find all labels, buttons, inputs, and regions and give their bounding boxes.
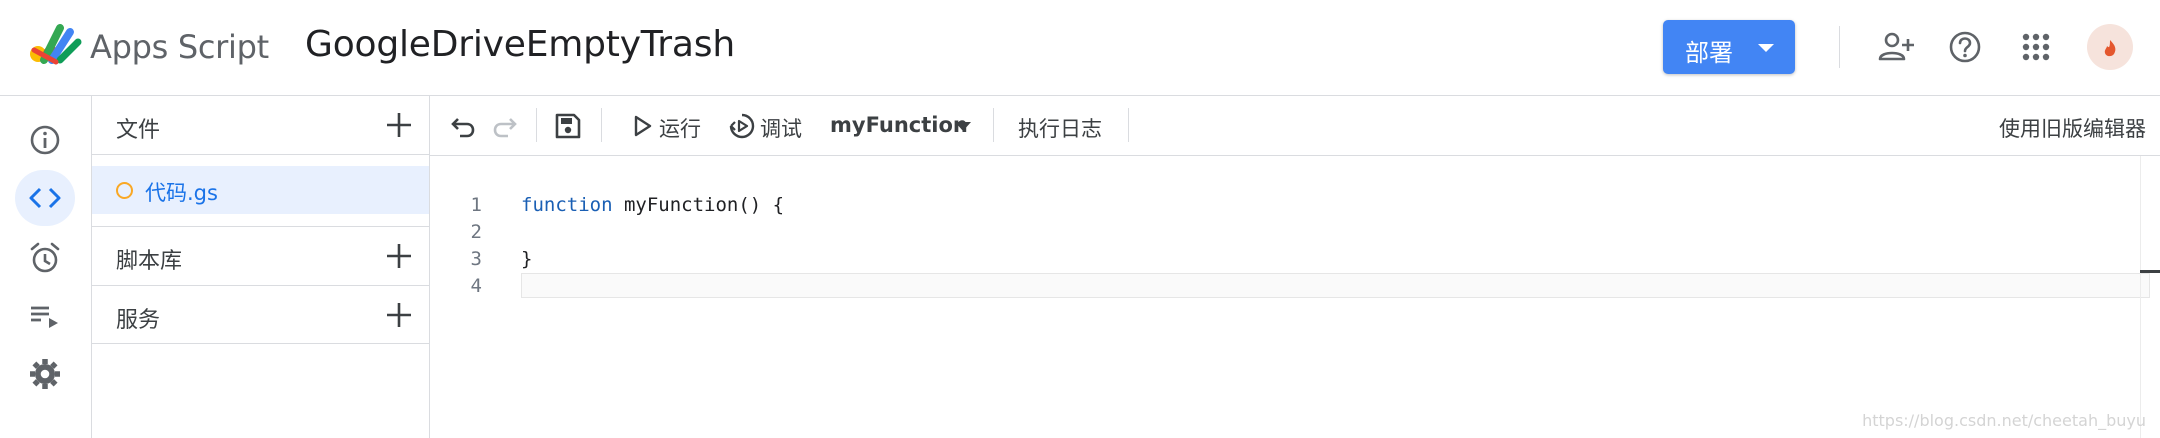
debug-button[interactable]: 调试 bbox=[760, 113, 802, 143]
file-status-icon bbox=[116, 182, 133, 199]
apps-grid-icon[interactable] bbox=[2016, 27, 2056, 67]
save-icon[interactable] bbox=[552, 110, 584, 142]
deploy-button-label: 部署 bbox=[1685, 39, 1733, 67]
libraries-section-header: 脚本库 bbox=[92, 227, 429, 285]
code-editor[interactable]: 1 2 3 4 function myFunction() { } https:… bbox=[430, 156, 2160, 438]
redo-icon[interactable] bbox=[488, 110, 520, 142]
navigation-rail bbox=[0, 96, 92, 438]
apps-script-logo[interactable] bbox=[30, 24, 82, 66]
divider bbox=[92, 154, 429, 155]
code-text: myFunction() { bbox=[612, 194, 785, 216]
rail-item-overview[interactable] bbox=[15, 112, 75, 168]
rail-item-executions[interactable] bbox=[15, 288, 75, 344]
current-line-highlight bbox=[521, 273, 2150, 298]
add-person-icon[interactable] bbox=[1876, 27, 1916, 67]
info-icon bbox=[30, 125, 60, 155]
chevron-down-icon bbox=[1758, 44, 1774, 52]
add-file-icon[interactable] bbox=[383, 109, 415, 141]
code-line-3[interactable]: } bbox=[521, 248, 532, 270]
line-number: 1 bbox=[470, 194, 482, 216]
file-item-code-gs[interactable]: 代码.gs bbox=[92, 166, 429, 214]
services-section-header: 服务 bbox=[92, 286, 429, 344]
debug-icon[interactable] bbox=[726, 110, 758, 142]
services-section-title: 服务 bbox=[116, 308, 161, 333]
gear-icon bbox=[30, 359, 60, 389]
run-button[interactable]: 运行 bbox=[659, 113, 701, 143]
scrollbar-cursor-marker bbox=[2140, 270, 2160, 273]
toolbar-divider bbox=[601, 108, 602, 142]
alarm-clock-icon bbox=[30, 242, 60, 273]
undo-icon[interactable] bbox=[448, 110, 480, 142]
avatar-flame-icon bbox=[2104, 40, 2116, 57]
toolbar-divider bbox=[536, 108, 537, 142]
code-keyword: function bbox=[521, 194, 613, 216]
run-icon[interactable] bbox=[626, 110, 658, 142]
rail-item-settings[interactable] bbox=[15, 346, 75, 402]
files-section-header: 文件 bbox=[92, 96, 429, 154]
header-divider bbox=[1839, 26, 1840, 68]
deploy-button[interactable]: 部署 bbox=[1663, 20, 1795, 74]
files-section-title: 文件 bbox=[116, 118, 161, 143]
libraries-section-title: 脚本库 bbox=[116, 249, 183, 274]
rail-item-editor[interactable] bbox=[15, 170, 75, 226]
execution-log-button[interactable]: 执行日志 bbox=[1018, 113, 1102, 143]
watermark-text: https://blog.csdn.net/cheetah_buyu bbox=[1862, 411, 2146, 430]
files-panel: 文件 代码.gs 脚本库 服务 bbox=[92, 96, 430, 438]
line-number: 3 bbox=[470, 248, 482, 270]
executions-icon bbox=[31, 306, 58, 328]
chevron-down-icon[interactable] bbox=[955, 122, 971, 131]
add-service-icon[interactable] bbox=[383, 299, 415, 331]
product-name[interactable]: Apps Script bbox=[90, 28, 269, 66]
code-icon bbox=[29, 187, 61, 209]
toolbar-divider bbox=[1128, 108, 1129, 142]
divider bbox=[92, 343, 429, 344]
toolbar-divider bbox=[993, 108, 994, 142]
line-number: 2 bbox=[470, 221, 482, 243]
line-number: 4 bbox=[470, 275, 482, 297]
code-line-1[interactable]: function myFunction() { bbox=[521, 194, 784, 216]
use-legacy-editor-link[interactable]: 使用旧版编辑器 bbox=[1999, 113, 2146, 143]
add-library-icon[interactable] bbox=[383, 240, 415, 272]
help-icon[interactable] bbox=[1945, 27, 1985, 67]
avatar[interactable] bbox=[2087, 24, 2133, 70]
rail-item-triggers[interactable] bbox=[15, 230, 75, 286]
overview-ruler bbox=[2140, 156, 2141, 438]
top-app-bar: Apps Script GoogleDriveEmptyTrash 部署 bbox=[0, 0, 2160, 96]
editor-toolbar: 运行 调试 myFunction 执行日志 使用旧版编辑器 bbox=[430, 96, 2160, 156]
function-select[interactable]: myFunction bbox=[830, 113, 968, 137]
project-title[interactable]: GoogleDriveEmptyTrash bbox=[305, 24, 735, 65]
file-name: 代码.gs bbox=[145, 181, 218, 205]
